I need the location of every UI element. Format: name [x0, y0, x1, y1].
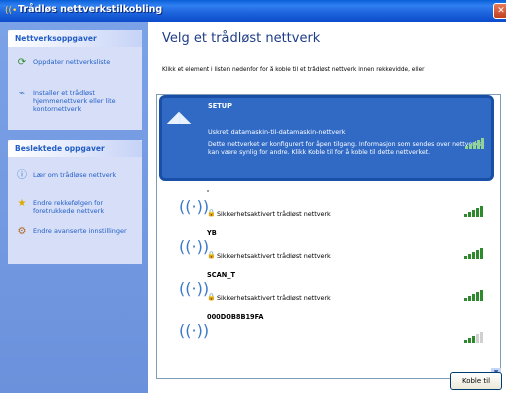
window-title: Trådløs nettverkstilkobling [18, 4, 163, 15]
task-refresh-network-list[interactable]: ⟳ Oppdater nettverksliste [16, 57, 140, 71]
signal-strength-icon [465, 138, 485, 149]
related-tasks-header: Beslektede oppgaver [8, 140, 142, 157]
network-list[interactable]: ◢◣ SETUP Uskret datamaskin-til-datamaski… [156, 94, 501, 379]
network-name: 000D0B8B19FA [207, 313, 264, 321]
network-description: Dette nettverket er konfigurert for åpen… [208, 141, 485, 156]
related-tasks-panel: Beslektede oppgaver ⓘ Lær om trådløse ne… [8, 140, 142, 264]
wireless-network-icon: ((·)) [179, 237, 210, 256]
network-tasks-panel: Nettverksoppgaver ⟳ Oppdater nettverksli… [8, 30, 142, 130]
adhoc-network-icon: ◢◣ [166, 107, 192, 126]
signal-strength-icon [464, 290, 484, 301]
network-item-setup[interactable]: ◢◣ SETUP Uskret datamaskin-til-datamaski… [159, 95, 494, 181]
network-tasks-header: Nettverksoppgaver [8, 30, 142, 47]
refresh-icon: ⟳ [17, 57, 27, 68]
network-item-1[interactable]: ((·)) ' 🔒 Sikkerhetsaktivert trådløst ne… [167, 186, 490, 226]
task-change-preferred-order[interactable]: ★ Endre rekkefølgen for foretrukkede net… [16, 198, 140, 218]
network-status: Sikkerhetsaktivert trådløst nettverk [217, 252, 331, 260]
close-button[interactable]: ✕ [493, 3, 506, 19]
wireless-setup-icon: ⌁ [18, 88, 26, 99]
network-name: SETUP [208, 102, 232, 110]
task-label: Installer et trådløst hjemmenettverk ell… [33, 89, 116, 113]
signal-strength-icon [464, 248, 484, 259]
instruction-text: Klikk et element i listen nedenfor for å… [162, 67, 425, 73]
settings-icon: ⚙ [17, 226, 27, 237]
network-item-2[interactable]: ((·)) YB 🔒 Sikkerhetsaktivert trådløst n… [167, 226, 490, 268]
wireless-network-icon: ((·)) [179, 321, 210, 340]
connect-button[interactable]: Koble til [450, 372, 502, 390]
close-icon: ✕ [497, 6, 505, 16]
title-bar[interactable]: ((• Trådløs nettverkstilkobling ✕ [0, 0, 506, 22]
page-title: Velg et trådløst nettverk [162, 31, 321, 46]
task-pane: Nettverksoppgaver ⟳ Oppdater nettverksli… [0, 22, 148, 393]
signal-strength-icon [464, 332, 484, 343]
wireless-connection-window: ((• Trådløs nettverkstilkobling ✕ Nettve… [0, 0, 506, 393]
task-learn-wireless[interactable]: ⓘ Lær om trådløse nettverk [16, 170, 140, 182]
network-item-3[interactable]: ((·)) SCAN_T 🔒 Sikkerhetsaktivert trådlø… [167, 268, 490, 310]
network-item-4[interactable]: ((·)) 000D0B8B19FA [167, 310, 490, 350]
task-label: Endre avanserte innstillinger [33, 227, 127, 235]
task-label: Oppdater nettverksliste [33, 58, 111, 66]
wireless-network-icon: ((• [5, 6, 18, 16]
star-icon: ★ [17, 198, 27, 209]
task-change-advanced-settings[interactable]: ⚙ Endre avanserte innstillinger [16, 226, 140, 246]
wireless-network-icon: ((·)) [179, 197, 210, 216]
network-name: SCAN_T [207, 271, 236, 279]
network-name: ' [207, 189, 210, 197]
lock-icon: 🔒 [207, 251, 216, 259]
network-status: Uskret datamaskin-til-datamaskin-nettver… [208, 128, 346, 136]
task-setup-wireless-network[interactable]: ⌁ Installer et trådløst hjemmenettverk e… [16, 88, 140, 116]
network-status: Sikkerhetsaktivert trådløst nettverk [217, 210, 331, 218]
main-area: Velg et trådløst nettverk Klikk et eleme… [148, 22, 506, 393]
wireless-network-icon: ((·)) [179, 279, 210, 298]
network-status: Sikkerhetsaktivert trådløst nettverk [217, 294, 331, 302]
info-icon: ⓘ [17, 170, 27, 181]
lock-icon: 🔒 [207, 209, 216, 217]
task-label: Lær om trådløse nettverk [33, 171, 117, 179]
network-name: YB [207, 229, 217, 237]
task-label: Endre rekkefølgen for foretrukkede nettv… [33, 199, 105, 215]
lock-icon: 🔒 [207, 293, 216, 301]
signal-strength-icon [464, 206, 484, 217]
